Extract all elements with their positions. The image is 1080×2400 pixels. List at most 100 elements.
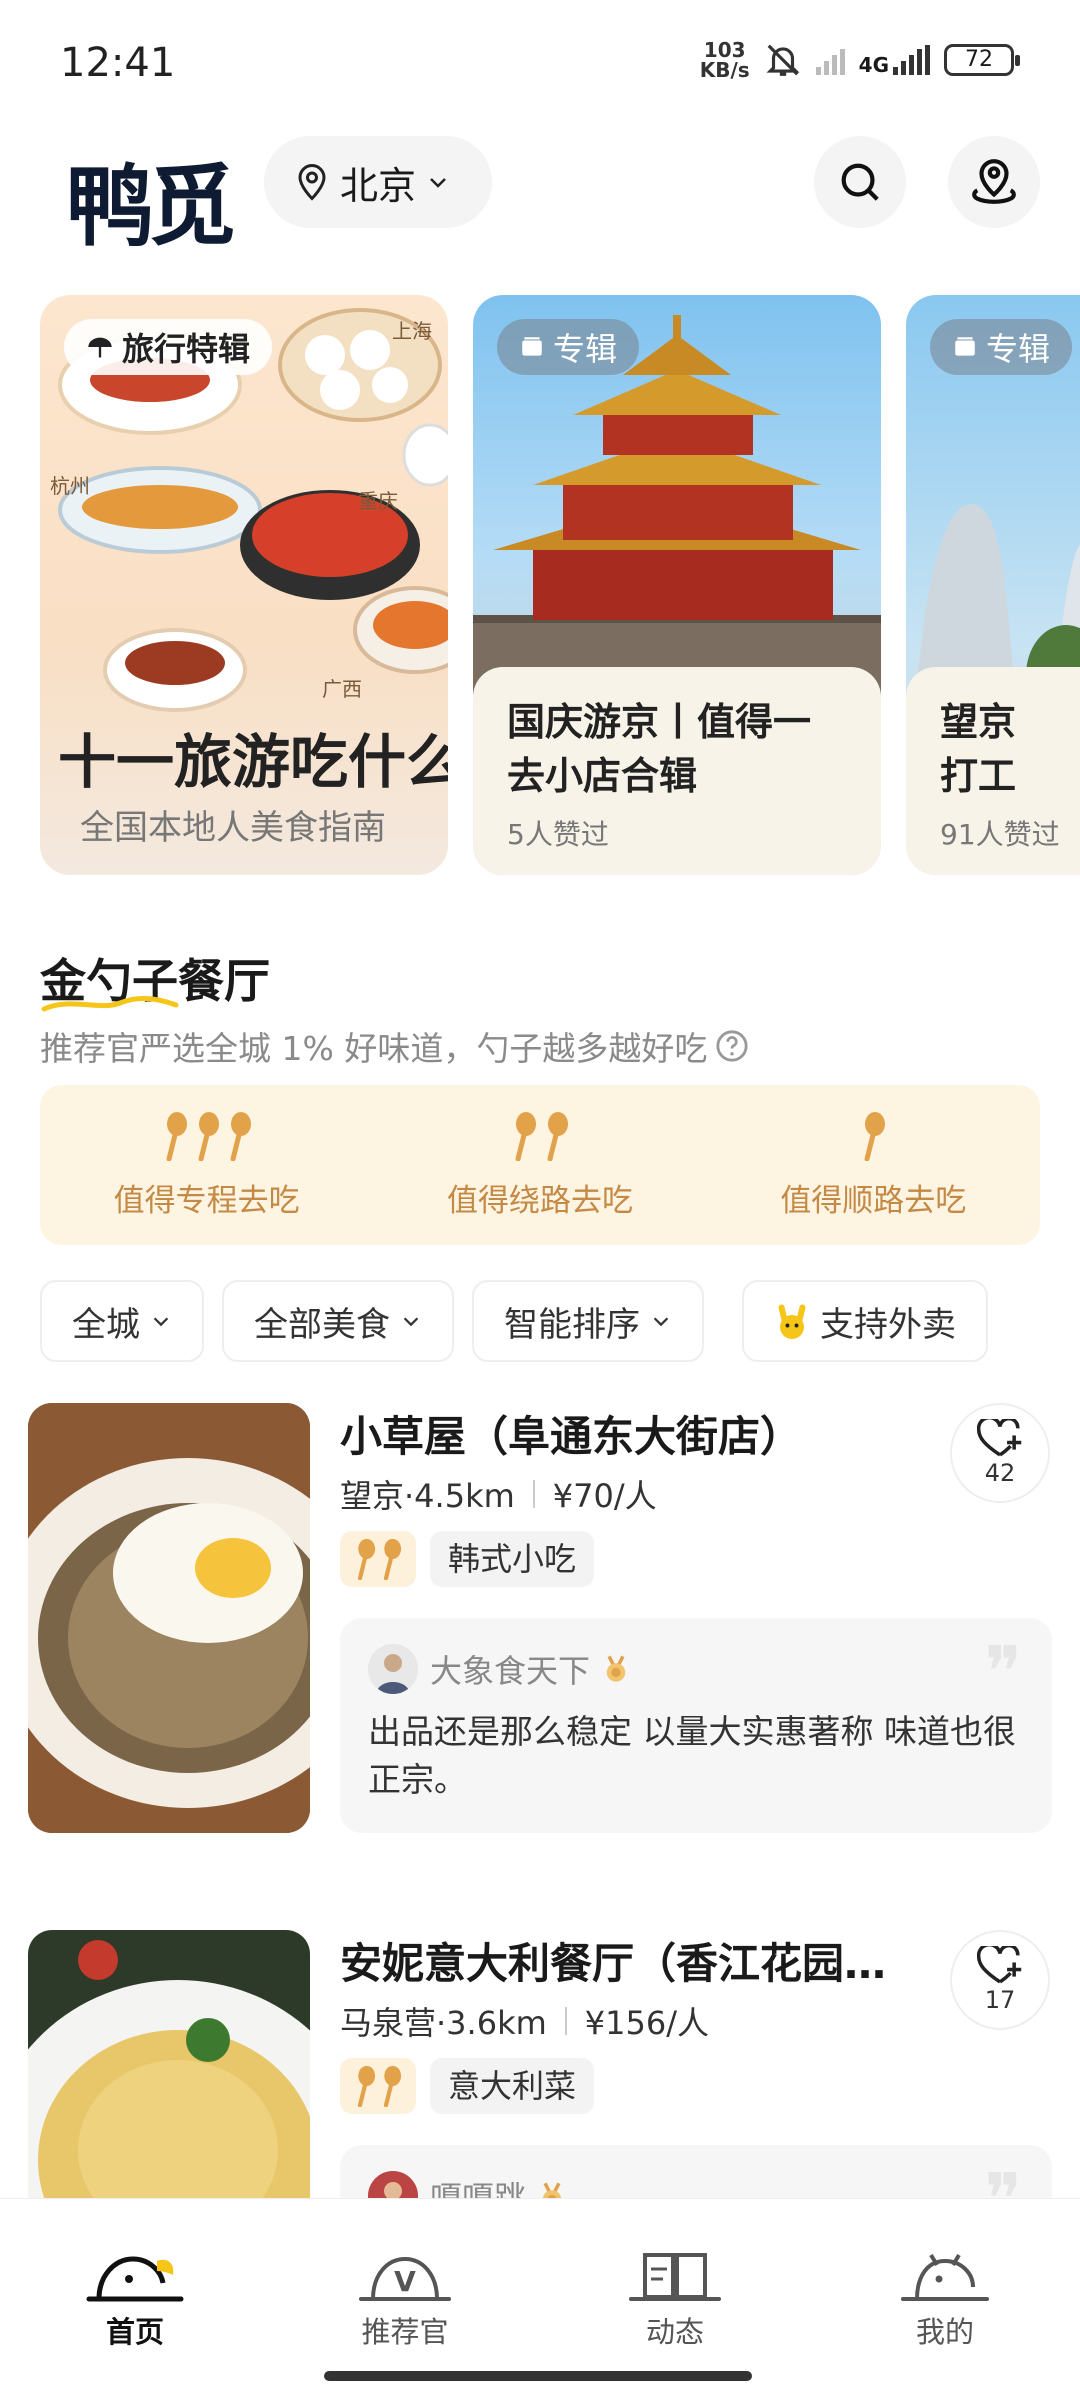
status-icons: 103 KB/s 4G 72 (699, 40, 1020, 82)
header: 鸭觅 北京 (0, 130, 1080, 258)
nav-profile[interactable]: 我的 (810, 2199, 1080, 2400)
section-subtitle-text: 推荐官严选全城 1% 好味道，勺子越多越好吃 (40, 1029, 708, 1068)
feature-card-travel[interactable]: 旅行特辑 上海 杭州 重庆 广西 十一旅游吃什么 › 全国本地人美食指南 (40, 295, 448, 875)
nav-label: 动态 (645, 2315, 704, 2349)
map-label: 重庆 (358, 489, 398, 513)
recommender-icon: V (359, 2256, 451, 2301)
divider (564, 2007, 567, 2035)
spoon-level-1: 值得顺路去吃 (707, 1085, 1040, 1245)
nav-feed[interactable]: 动态 (540, 2199, 810, 2400)
restaurant-price: ¥156/人 (584, 2004, 710, 2042)
fried-rice-image (28, 1403, 310, 1833)
restaurant-name: 安妮意大利餐厅（香江花园… (340, 1939, 887, 1988)
spoon-icons (162, 1111, 252, 1161)
reviewer-name: 嘎嘎跳 (430, 2179, 527, 2198)
card-likes: 5人赞过 (507, 818, 609, 851)
favorite-button[interactable]: 17 (950, 1930, 1050, 2030)
map-label: 上海 (392, 319, 432, 343)
spoon-icon (547, 1111, 568, 1161)
restaurant-meta: 望京·4.5km ¥70/人 (340, 1471, 657, 1517)
signal-sim1-icon (815, 45, 845, 75)
review-header: 嘎嘎跳 (368, 2171, 1024, 2198)
spoon-rating-badge (340, 1531, 416, 1587)
spoon-level-label: 值得专程去吃 (113, 1182, 300, 1219)
review-card[interactable]: ❞ 大象食天下 出品还是那么稳定 以量大实惠著称 味道也很正宗。 (340, 1618, 1052, 1833)
section-subtitle: 推荐官严选全城 1% 好味道，勺子越多越好吃 (40, 1022, 749, 1070)
medal-icon (606, 1655, 626, 1682)
filter-label: 全部美食 (254, 1304, 390, 1345)
app-logo: 鸭觅 (66, 154, 236, 258)
filter-bar: 全城 全部美食 智能排序 支持外卖 (40, 1280, 988, 1362)
avatar (368, 2171, 418, 2198)
restaurant-photo (28, 1403, 310, 1833)
divider (532, 1480, 535, 1508)
spoon-icon (198, 1111, 219, 1161)
map-label: 杭州 (50, 474, 90, 498)
feature-card-album[interactable]: 专辑 望京打工觅食小报 91人赞过 (906, 295, 1080, 875)
album-icon (955, 337, 975, 356)
signal-sim2-icon: 4G (859, 45, 930, 75)
restaurant-item[interactable]: 小草屋（阜通东大街店） 望京·4.5km ¥70/人 韩式小吃 42 ❞ 大象食… (0, 1403, 1080, 1833)
review-card[interactable]: ❞ 嘎嘎跳 (340, 2145, 1052, 2198)
cuisine-tag: 韩式小吃 (430, 1531, 595, 1587)
heart-plus-icon (977, 1946, 1022, 1984)
card-title: 望京打工觅食小报 (940, 700, 1017, 798)
spoon-level-3: 值得专程去吃 (40, 1085, 373, 1245)
favorite-button[interactable]: 42 (950, 1403, 1050, 1503)
battery-icon: 72 (944, 44, 1020, 76)
restaurant-location: 马泉营·3.6km (340, 2004, 547, 2042)
filter-cuisine[interactable]: 全部美食 (222, 1280, 454, 1362)
spoon-icon (383, 2065, 402, 2107)
spoon-icon (357, 1538, 376, 1580)
svg-text:V: V (394, 2265, 416, 2298)
card-title: 十一旅游吃什么 › (58, 728, 448, 796)
home-indicator[interactable] (324, 2371, 752, 2381)
card-tag-label: 专辑 (553, 330, 618, 368)
duck-home-icon (86, 2256, 184, 2302)
bell-muted-icon (766, 44, 800, 76)
album-icon (522, 337, 542, 356)
spoon-icons (511, 1111, 569, 1161)
spoon-level-label: 值得顺路去吃 (780, 1182, 967, 1219)
nav-label: 推荐官 (361, 2315, 449, 2349)
restaurant-tags: 意大利菜 (340, 2058, 595, 2114)
status-time: 12:41 (60, 40, 176, 86)
nav-recommender[interactable]: V 推荐官 (270, 2199, 540, 2400)
filter-area[interactable]: 全城 (40, 1280, 204, 1362)
search-button[interactable] (814, 136, 906, 228)
spoon-icon (383, 1538, 402, 1580)
filter-label: 全城 (72, 1304, 140, 1345)
card-tag: 专辑 (497, 319, 640, 375)
spoon-icon (166, 1111, 187, 1161)
filter-delivery[interactable]: 支持外卖 (742, 1280, 988, 1362)
map-pin-person-icon (972, 159, 1016, 204)
filter-sort[interactable]: 智能排序 (472, 1280, 704, 1362)
chevron-down-icon (153, 1317, 169, 1327)
card-tag-label: 专辑 (986, 330, 1051, 368)
title-underline-decoration (41, 996, 179, 1012)
umbrella-icon (88, 337, 112, 358)
favorite-count: 42 (984, 1459, 1016, 1487)
status-bar: 12:41 103 KB/s 4G 72 (0, 0, 1080, 120)
nav-label: 首页 (105, 2315, 164, 2349)
nav-home[interactable]: 首页 (0, 2199, 270, 2400)
map-button[interactable] (948, 136, 1040, 228)
feature-cards-carousel[interactable]: 旅行特辑 上海 杭州 重庆 广西 十一旅游吃什么 › 全国本地人美食指南 专辑 … (0, 295, 1080, 875)
restaurant-photo (28, 1930, 310, 2198)
restaurant-item[interactable]: 安妮意大利餐厅（香江花园… 马泉营·3.6km ¥156/人 意大利菜 17 ❞… (0, 1930, 1080, 2198)
spoon-legend: 值得专程去吃 值得绕路去吃 值得顺路去吃 (40, 1085, 1040, 1245)
city-selector[interactable]: 北京 (264, 136, 492, 228)
spoon-level-label: 值得绕路去吃 (446, 1182, 633, 1219)
net-speed-unit: KB/s (699, 58, 750, 82)
card-likes: 91人赞过 (940, 818, 1060, 851)
reviewer-name: 大象食天下 (430, 1652, 591, 1690)
restaurant-price: ¥70/人 (552, 1477, 657, 1515)
help-icon[interactable] (715, 1029, 749, 1063)
spoon-level-2: 值得绕路去吃 (373, 1085, 706, 1245)
feature-card-album[interactable]: 专辑 国庆游京丨值得一去小店合辑 5人赞过 (473, 295, 881, 875)
pasta-image (28, 1930, 310, 2198)
filter-label: 智能排序 (504, 1304, 640, 1345)
delivery-mascot-icon (778, 1304, 806, 1339)
chevron-down-icon (430, 178, 446, 188)
spoon-icon (515, 1111, 536, 1161)
